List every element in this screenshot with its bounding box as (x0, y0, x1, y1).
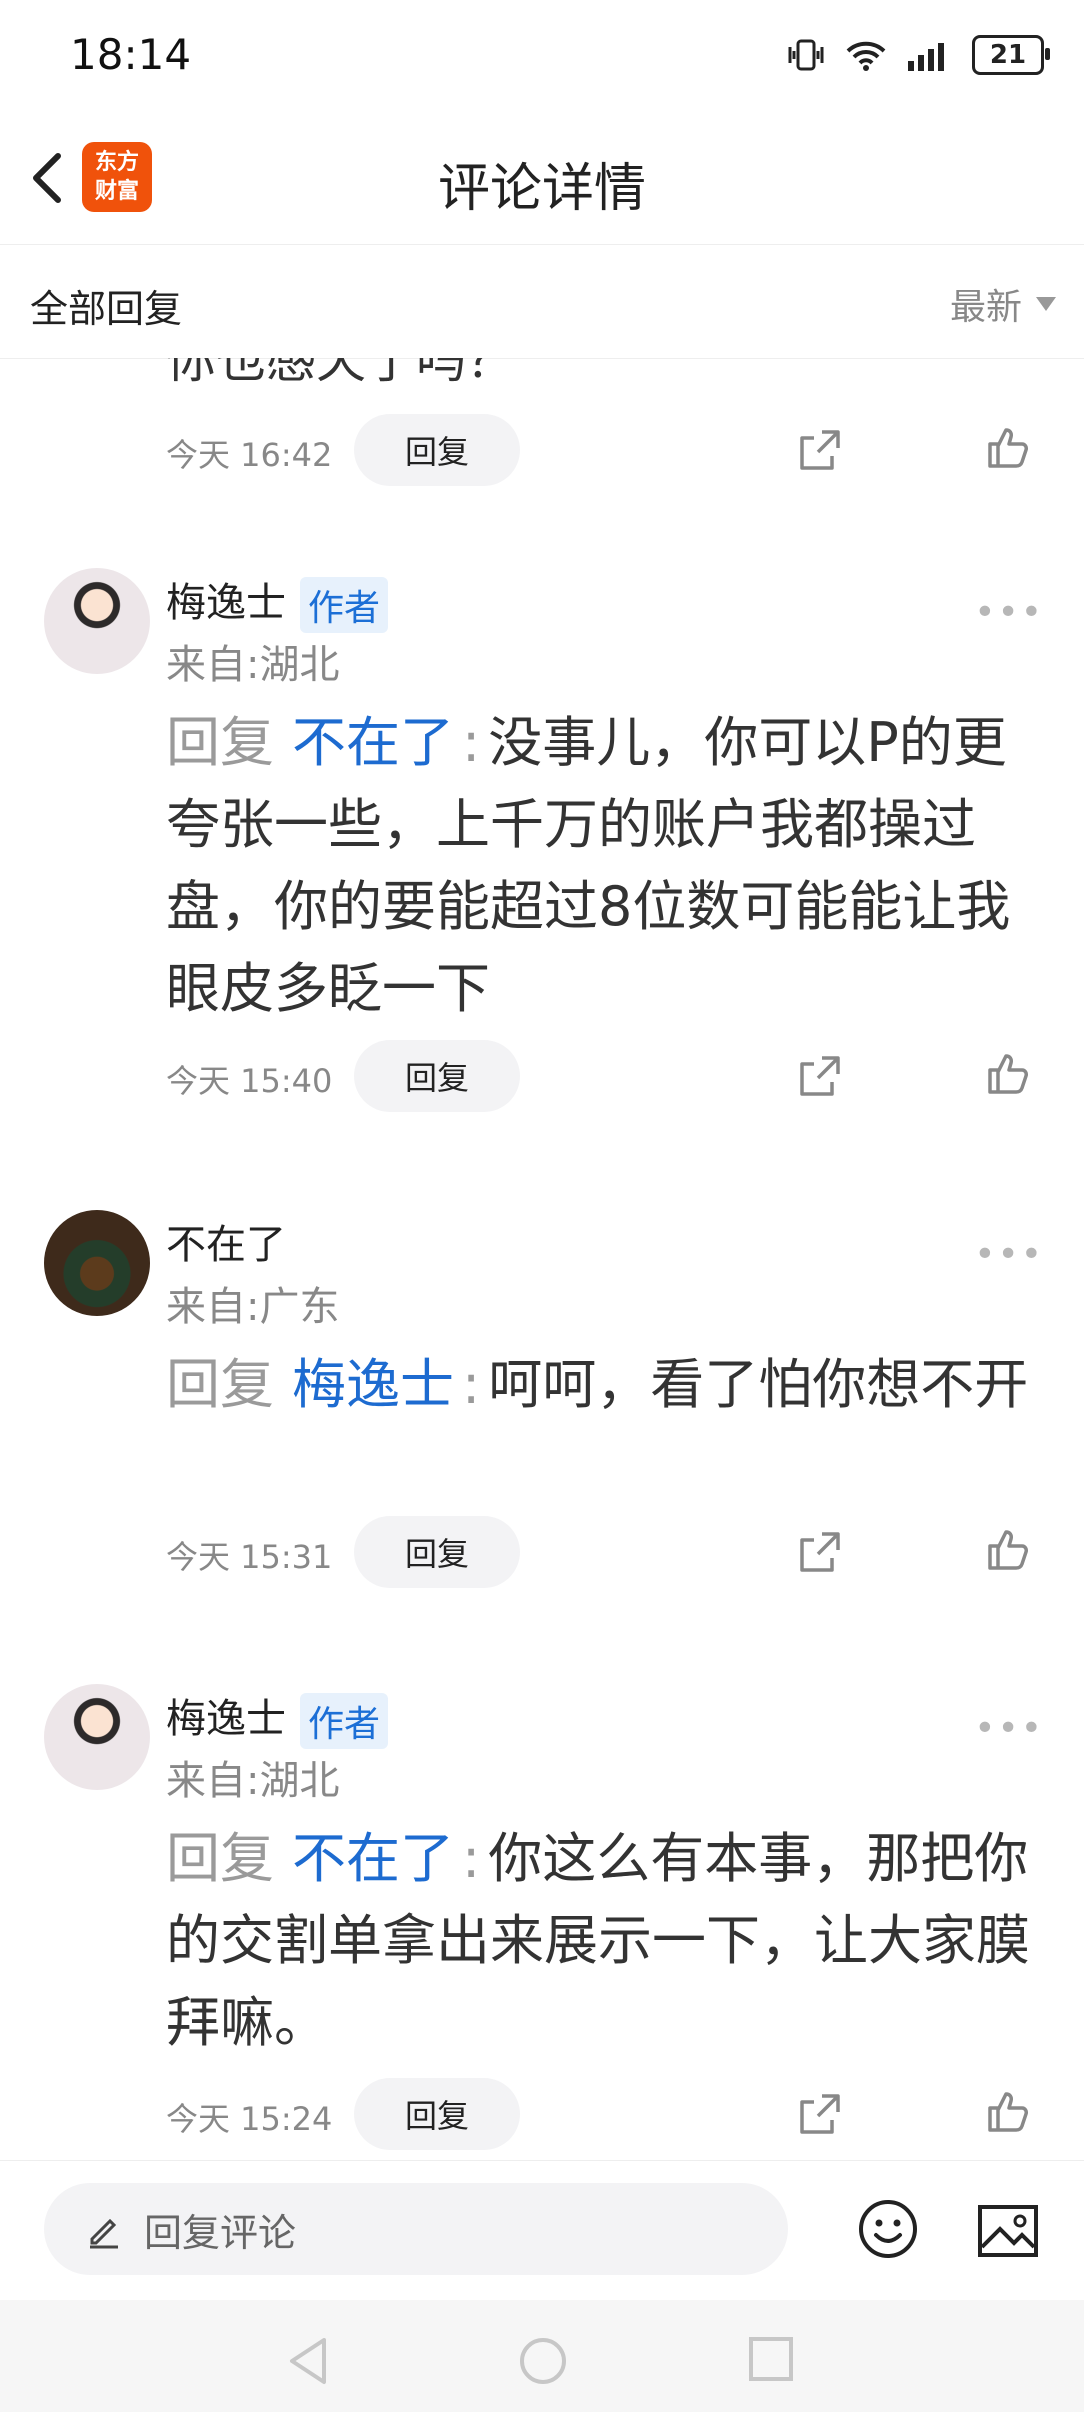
app-logo[interactable]: 东方 财富 (82, 142, 152, 212)
author-tag: 作者 (300, 1693, 389, 1749)
partial-comment-text: 你也感天了吗？ (166, 358, 516, 389)
comment-time: 今天 15:24 (166, 2100, 333, 2138)
share-icon[interactable] (796, 1528, 844, 1576)
all-replies-label: 全部回复 (30, 287, 183, 331)
nav-home-icon[interactable] (518, 2336, 568, 2386)
comment-location: 来自:湖北 (166, 1758, 340, 1804)
wifi-icon (846, 41, 886, 71)
author-name: 梅逸士 (166, 1696, 286, 1742)
reply-colon: : (462, 1827, 481, 1890)
logo-line-2: 财富 (94, 179, 139, 204)
status-bar: 18:14 21 (0, 0, 1084, 110)
image-icon[interactable] (976, 2203, 1040, 2259)
sort-dropdown[interactable]: 最新 (950, 278, 1056, 330)
comment-meta: 今天 16:42 回复 (166, 414, 1046, 486)
thumbs-up-icon[interactable] (984, 2088, 1032, 2136)
reply-prefix: 回复 (166, 711, 274, 774)
comment-time: 今天 15:31 (166, 1538, 333, 1576)
system-nav-bar (0, 2300, 1084, 2412)
avatar[interactable] (44, 568, 150, 674)
comment-text: 呵呵，看了怕你想不开 (488, 1353, 1029, 1416)
sort-label: 最新 (949, 287, 1022, 328)
author-tag: 作者 (300, 577, 389, 633)
chevron-down-icon (1036, 297, 1056, 311)
status-icons: 21 (786, 30, 1050, 80)
comment-meta: 今天 15:31 回复 (166, 1516, 1046, 1588)
vibrate-icon (788, 39, 824, 71)
page-title: 评论详情 (437, 159, 646, 219)
reply-button[interactable]: 回复 (354, 414, 520, 486)
battery-indicator: 21 (972, 35, 1050, 75)
reply-button[interactable]: 回复 (354, 1516, 520, 1588)
comment-author[interactable]: 梅逸士 作者 (166, 1686, 389, 1749)
pencil-icon (90, 2218, 118, 2249)
comment-time: 今天 15:40 (166, 1062, 333, 1100)
reply-button[interactable]: 回复 (354, 1040, 520, 1112)
reply-target[interactable]: 不在了 (292, 711, 454, 774)
filter-bar: 全部回复 最新 (0, 244, 1084, 359)
nav-back-icon[interactable] (286, 2336, 330, 2386)
comment-author[interactable]: 梅逸士 作者 (166, 570, 389, 633)
reply-target[interactable]: 梅逸士 (292, 1353, 454, 1416)
comment-location: 来自:广东 (166, 1284, 340, 1330)
logo-line-1: 东方 (94, 150, 139, 175)
comment-meta: 今天 15:24 回复 (166, 2078, 1046, 2150)
reply-button[interactable]: 回复 (354, 2078, 520, 2150)
reply-prefix: 回复 (166, 1353, 274, 1416)
share-icon[interactable] (796, 426, 844, 474)
more-options-icon[interactable]: ••• (974, 592, 1044, 633)
comment-list[interactable]: 你也感天了吗？ 今天 16:42 回复 梅逸士 作者 ••• 来自:湖北 回复 不在… (0, 358, 1084, 2160)
emoji-icon[interactable] (856, 2197, 920, 2261)
nav-recents-icon[interactable] (748, 2336, 794, 2382)
author-name: 不在了 (166, 1222, 286, 1268)
comment-author[interactable]: 不在了 (166, 1212, 286, 1270)
avatar[interactable] (44, 1210, 150, 1316)
reply-composer-bar: 回复评论 (0, 2160, 1084, 2301)
more-options-icon[interactable]: ••• (974, 1708, 1044, 1749)
reply-input[interactable]: 回复评论 (44, 2183, 788, 2275)
reply-colon: : (462, 1353, 481, 1416)
avatar[interactable] (44, 1684, 150, 1790)
status-time: 18:14 (70, 30, 192, 79)
comment-meta: 今天 15:40 回复 (166, 1040, 1046, 1112)
comment-time: 今天 16:42 (166, 436, 333, 474)
share-icon[interactable] (796, 2090, 844, 2138)
signal-icon (908, 43, 944, 71)
reply-colon: : (462, 711, 481, 774)
share-icon[interactable] (796, 1052, 844, 1100)
comment-location: 来自:湖北 (166, 642, 340, 688)
thumbs-up-icon[interactable] (984, 424, 1032, 472)
reply-input-placeholder: 回复评论 (144, 2210, 297, 2255)
comment-body[interactable]: 回复 不在了: 你这么有本事，那把你的交割单拿出来展示一下，让大家膜拜嘛。 (166, 1818, 1046, 2064)
more-options-icon[interactable]: ••• (974, 1234, 1044, 1275)
reply-target[interactable]: 不在了 (292, 1827, 454, 1890)
back-arrow-icon[interactable] (20, 148, 80, 208)
reply-prefix: 回复 (166, 1827, 274, 1890)
top-nav-bar: 评论详情 东方 财富 (0, 110, 1084, 245)
thumbs-up-icon[interactable] (984, 1526, 1032, 1574)
author-name: 梅逸士 (166, 580, 286, 626)
comment-body[interactable]: 回复 梅逸士: 呵呵，看了怕你想不开 (166, 1344, 1046, 1426)
comment-body[interactable]: 回复 不在了: 没事儿，你可以P的更夸张一些，上千万的账户我都操过盘，你的要能超过8… (166, 702, 1046, 1030)
thumbs-up-icon[interactable] (984, 1050, 1032, 1098)
